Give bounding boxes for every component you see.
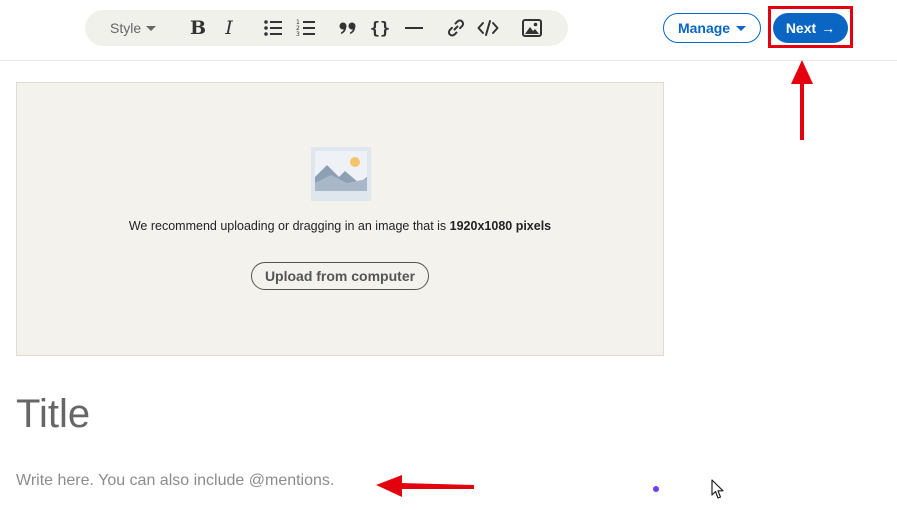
editor-header: Style B I 1 2 3 {} Manage Next → — [0, 0, 897, 61]
bulleted-list-button[interactable] — [260, 16, 286, 40]
manage-button-label: Manage — [677, 20, 731, 36]
numbered-list-button[interactable]: 1 2 3 — [293, 16, 319, 40]
svg-text:B: B — [190, 18, 206, 38]
code-block-button[interactable]: {} — [367, 16, 393, 40]
recommended-size: 1920x1080 pixels — [449, 219, 552, 233]
article-editor-page: Style B I 1 2 3 {} Manage Next → We reco… — [0, 0, 897, 519]
italic-icon: I — [224, 18, 233, 38]
image-placeholder-icon — [311, 147, 371, 201]
bold-button[interactable]: B — [185, 16, 211, 40]
mouse-pointer-icon — [711, 479, 724, 499]
manage-button[interactable]: Manage — [663, 13, 761, 43]
chevron-down-icon — [146, 25, 157, 31]
svg-text:{}: {} — [370, 19, 390, 38]
formatting-toolbar: Style B I 1 2 3 {} — [85, 10, 568, 46]
next-button-label: Next — [785, 20, 817, 36]
embed-code-icon — [477, 20, 499, 36]
link-icon — [447, 19, 465, 37]
insert-image-button[interactable] — [519, 16, 545, 40]
bulleted-list-icon — [264, 20, 282, 36]
numbered-list-icon: 1 2 3 — [296, 19, 315, 38]
code-block-icon: {} — [370, 19, 390, 38]
upload-recommendation: We recommend uploading or dragging in an… — [17, 219, 663, 233]
next-button[interactable]: Next → — [773, 13, 848, 43]
link-button[interactable] — [443, 16, 469, 40]
recommendation-text: We recommend uploading or dragging in an… — [128, 219, 450, 233]
image-icon — [522, 19, 542, 37]
divider-button[interactable] — [401, 16, 427, 40]
article-title-input[interactable]: Title — [16, 392, 656, 437]
svg-text:3: 3 — [296, 31, 300, 38]
italic-button[interactable]: I — [216, 16, 242, 40]
annotation-arrow-left — [376, 475, 474, 497]
svg-text:I: I — [224, 18, 233, 38]
bold-icon: B — [190, 18, 206, 38]
loading-dot — [653, 486, 659, 492]
cover-image-dropzone[interactable]: We recommend uploading or dragging in an… — [16, 82, 664, 356]
divider-icon — [405, 27, 423, 29]
article-body-input[interactable]: Write here. You can also include @mentio… — [16, 472, 656, 490]
chevron-down-icon — [736, 25, 747, 31]
arrow-right-icon: → — [821, 20, 836, 36]
quote-icon — [339, 22, 356, 34]
style-dropdown-label: Style — [110, 20, 142, 36]
upload-from-computer-button[interactable]: Upload from computer — [251, 262, 429, 290]
style-dropdown[interactable]: Style — [110, 10, 157, 46]
quote-button[interactable] — [335, 16, 361, 40]
annotation-arrow-up — [791, 60, 813, 140]
embed-code-button[interactable] — [475, 16, 501, 40]
